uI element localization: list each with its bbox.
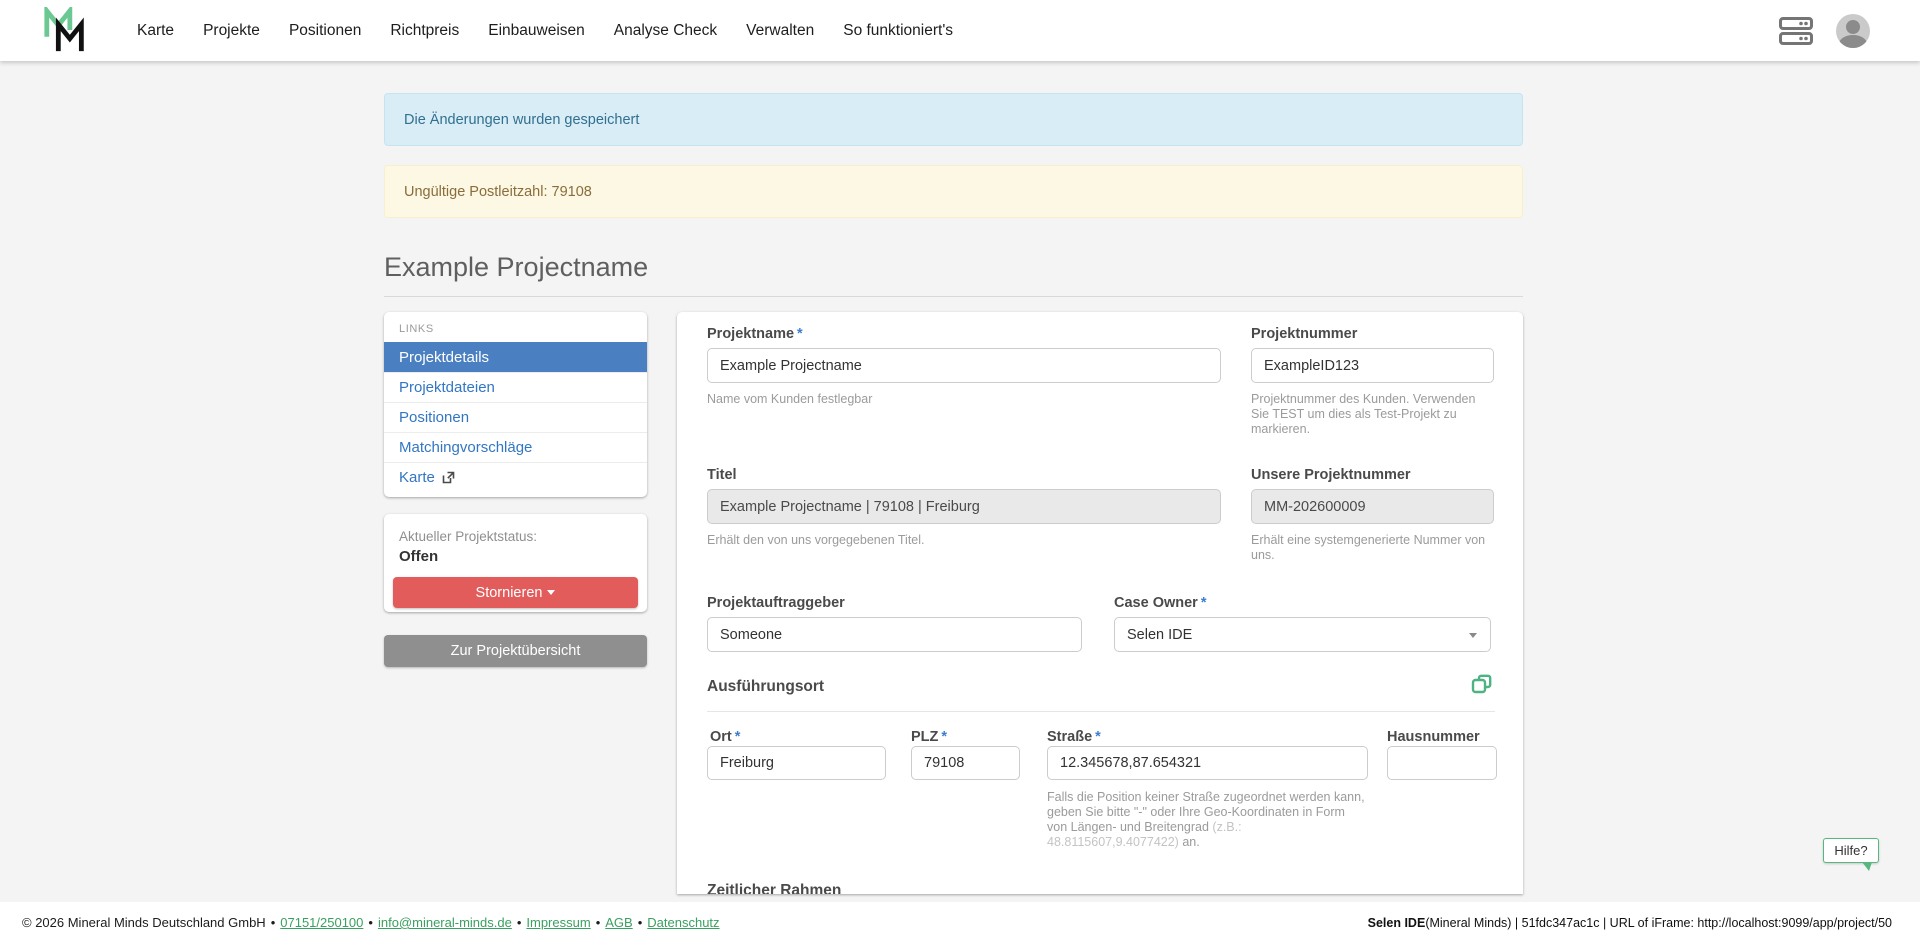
footer-copyright: © 2026 Mineral Minds Deutschland GmbH [22, 915, 266, 930]
required-asterisk: * [1095, 729, 1101, 745]
nav-karte[interactable]: Karte [137, 22, 174, 40]
footer-link-agb[interactable]: AGB [605, 915, 632, 930]
footer: © 2026 Mineral Minds Deutschland GmbH • … [0, 902, 1920, 943]
sidebar-item-label: Matchingvorschläge [399, 439, 532, 456]
sidebar-item-label: Karte [399, 469, 435, 486]
server-status-icon[interactable] [1779, 17, 1813, 45]
strasse-label: Straße* [1047, 729, 1101, 745]
plz-label: PLZ* [911, 729, 947, 745]
stornieren-button-label: Stornieren [476, 585, 543, 601]
projektname-helper: Name vom Kunden festlegbar [707, 392, 872, 407]
projektauftraggeber-input[interactable] [707, 617, 1082, 652]
unsere-projektnummer-label: Unsere Projektnummer [1251, 467, 1411, 483]
sidebar-item-positionen[interactable]: Positionen [384, 402, 647, 432]
footer-left: © 2026 Mineral Minds Deutschland GmbH • … [22, 902, 720, 943]
sidebar-item-karte[interactable]: Karte [384, 462, 647, 492]
sidebar-item-label: Positionen [399, 409, 469, 426]
stornieren-button[interactable]: Stornieren [393, 577, 638, 608]
plz-input[interactable] [911, 746, 1020, 780]
strasse-helper: Falls die Position keiner Straße zugeord… [1047, 790, 1367, 850]
projektauftraggeber-label: Projektauftraggeber [707, 595, 845, 611]
hilfe-button-tail [1862, 862, 1872, 871]
case-owner-select[interactable]: Selen IDE [1114, 617, 1491, 652]
strasse-input[interactable] [1047, 746, 1368, 780]
alert-success: Die Änderungen wurden gespeichert [384, 93, 1523, 146]
alert-warning-text: Ungültige Postleitzahl: 79108 [404, 184, 592, 200]
hausnummer-label: Hausnummer [1387, 729, 1480, 745]
section-divider [707, 711, 1495, 712]
footer-session-details: (Mineral Minds) | 51fdc347ac1c | URL of … [1425, 916, 1892, 930]
nav-so-funktionierts[interactable]: So funktioniert's [843, 22, 953, 40]
nav-richtpreis[interactable]: Richtpreis [390, 22, 459, 40]
sidebar-item-label: Projektdetails [399, 349, 489, 366]
alert-success-text: Die Änderungen wurden gespeichert [404, 112, 639, 128]
titel-label: Titel [707, 467, 737, 483]
nav-verwalten[interactable]: Verwalten [746, 22, 814, 40]
nav-projekte[interactable]: Projekte [203, 22, 260, 40]
hilfe-button[interactable]: Hilfe? [1823, 838, 1879, 863]
chevron-down-icon [547, 590, 555, 595]
title-divider [384, 296, 1523, 297]
footer-link-email[interactable]: info@mineral-minds.de [378, 915, 512, 930]
footer-link-datenschutz[interactable]: Datenschutz [647, 915, 719, 930]
required-asterisk: * [735, 729, 741, 745]
user-avatar-icon[interactable] [1836, 14, 1870, 48]
copy-icon[interactable] [1471, 673, 1493, 695]
case-owner-label: Case Owner* [1114, 595, 1206, 611]
ort-label: Ort* [710, 729, 740, 745]
main-nav: Karte Projekte Positionen Richtpreis Ein… [137, 0, 953, 61]
section-ausfuehrungsort: Ausführungsort [707, 678, 824, 696]
projektnummer-input[interactable] [1251, 348, 1494, 383]
footer-session-user: Selen IDE [1368, 916, 1426, 930]
titel-helper: Erhält den von uns vorgegebenen Titel. [707, 533, 925, 548]
case-owner-selected-value: Selen IDE [1127, 627, 1192, 643]
projektnummer-helper: Projektnummer des Kunden. Verwenden Sie … [1251, 392, 1496, 437]
sidebar-links-header: LINKS [384, 312, 647, 342]
footer-session-info: Selen IDE (Mineral Minds) | 51fdc347ac1c… [1368, 902, 1892, 943]
projektnummer-label: Projektnummer [1251, 326, 1357, 342]
sidebar-item-projektdateien[interactable]: Projektdateien [384, 372, 647, 402]
project-details-form-card: Projektname* Name vom Kunden festlegbar … [677, 312, 1523, 894]
nav-positionen[interactable]: Positionen [289, 22, 361, 40]
nav-einbauweisen[interactable]: Einbauweisen [488, 22, 585, 40]
footer-link-impressum[interactable]: Impressum [526, 915, 590, 930]
sidebar-item-label: Projektdateien [399, 379, 495, 396]
projektname-label: Projektname* [707, 326, 803, 342]
mineral-minds-logo-icon[interactable] [42, 7, 90, 55]
titel-input [707, 489, 1221, 524]
status-label: Aktueller Projektstatus: [399, 529, 537, 544]
hausnummer-input[interactable] [1387, 746, 1497, 780]
unsere-projektnummer-input [1251, 489, 1494, 524]
ort-input[interactable] [707, 746, 886, 780]
project-status-card: Aktueller Projektstatus: Offen Storniere… [384, 514, 647, 612]
zur-projektuebersicht-button[interactable]: Zur Projektübersicht [384, 635, 647, 667]
sidebar-item-matchingvorschlaege[interactable]: Matchingvorschläge [384, 432, 647, 462]
section-zeitlicher-rahmen: Zeitlicher Rahmen [707, 882, 841, 894]
required-asterisk: * [941, 729, 947, 745]
alert-warning: Ungültige Postleitzahl: 79108 [384, 165, 1523, 218]
unsere-projektnummer-helper: Erhält eine systemgenerierte Nummer von … [1251, 533, 1496, 563]
status-value: Offen [399, 548, 438, 565]
nav-analyse-check[interactable]: Analyse Check [614, 22, 717, 40]
external-link-icon [442, 471, 455, 484]
required-asterisk: * [797, 326, 803, 342]
required-asterisk: * [1201, 595, 1207, 611]
page-title: Example Projectname [384, 252, 648, 283]
sidebar-links-card: LINKS Projektdetails Projektdateien Posi… [384, 312, 647, 497]
top-navbar: Karte Projekte Positionen Richtpreis Ein… [0, 0, 1920, 61]
projektname-input[interactable] [707, 348, 1221, 383]
footer-link-phone[interactable]: 07151/250100 [280, 915, 363, 930]
sidebar-item-projektdetails[interactable]: Projektdetails [384, 342, 647, 372]
chevron-down-icon [1469, 633, 1477, 638]
